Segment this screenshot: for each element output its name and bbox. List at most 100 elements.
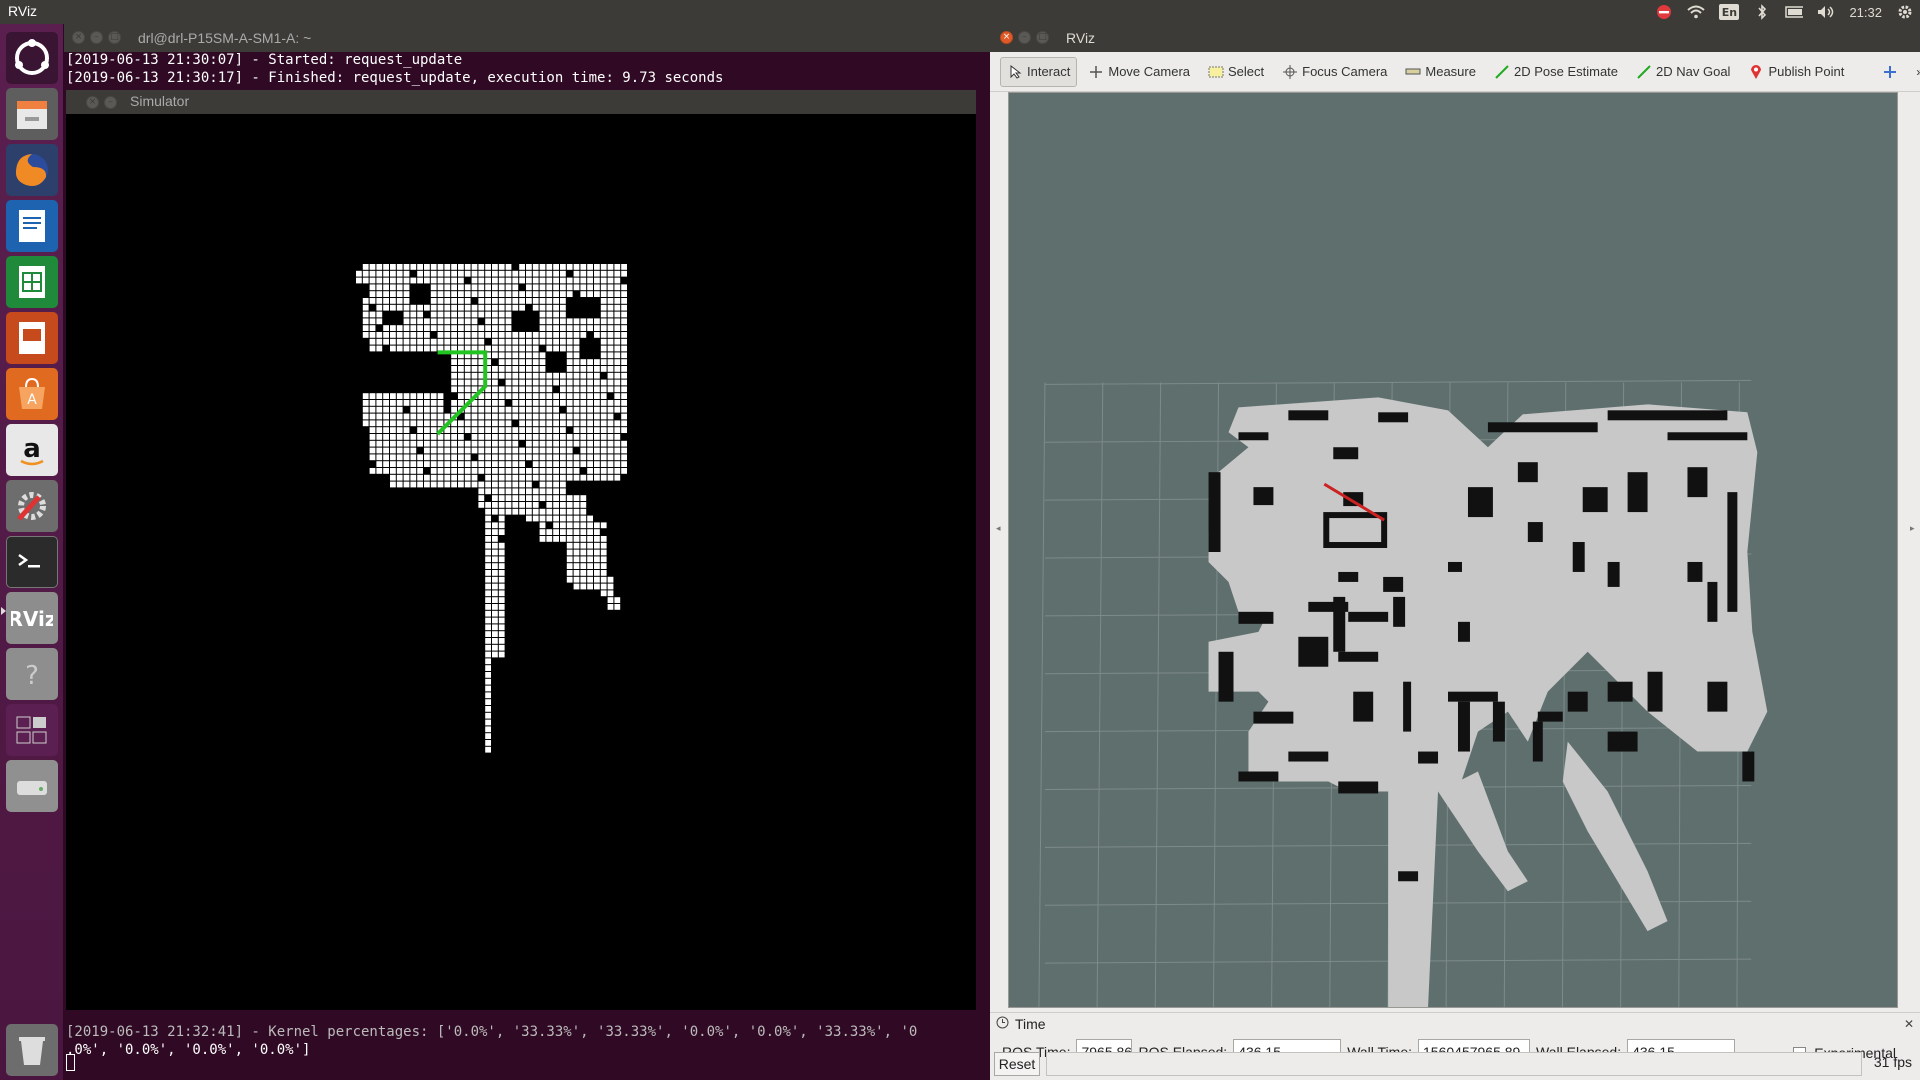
workspace-switcher-icon[interactable]	[6, 704, 58, 756]
sim-grid-cell	[580, 400, 587, 406]
wifi-icon[interactable]	[1687, 4, 1706, 20]
tool-2d-nav-goal[interactable]: 2D Nav Goal	[1629, 57, 1737, 87]
terminal-icon[interactable]	[6, 536, 58, 588]
sim-grid-cell	[417, 413, 423, 420]
sim-grid-cell	[560, 325, 566, 331]
sim-grid-cell	[512, 427, 519, 433]
sim-grid-cell	[492, 338, 498, 345]
sim-grid-cell	[587, 563, 593, 569]
sim-grid-cell	[573, 393, 580, 399]
sim-grid-cell	[471, 338, 478, 345]
sim-grid-cell	[607, 400, 614, 406]
sim-grid-cell	[424, 454, 430, 461]
minimize-icon[interactable]: –	[104, 96, 117, 109]
sim-grid-cell	[458, 454, 464, 461]
add-tool-button[interactable]	[1875, 57, 1905, 87]
sim-grid-cell	[594, 474, 600, 481]
sim-grid-cell	[492, 549, 498, 556]
impress-icon[interactable]	[6, 312, 58, 364]
simulator-titlebar[interactable]: × – Simulator	[66, 90, 976, 114]
sim-grid-cell	[580, 549, 587, 556]
gear-icon[interactable]	[1896, 4, 1914, 20]
close-icon[interactable]: ×	[1000, 31, 1013, 44]
sim-grid-cell	[478, 434, 485, 440]
tool-select[interactable]: Select	[1201, 57, 1271, 87]
rviz-window[interactable]: × – □ RViz Interact Move Camera Select F…	[990, 24, 1920, 1080]
sim-grid-cell	[519, 393, 525, 399]
sim-grid-cell	[498, 590, 505, 597]
sim-grid-cell	[471, 474, 478, 481]
sim-grid-cell	[505, 359, 512, 365]
trash-icon[interactable]	[6, 1024, 58, 1076]
sim-grid-cell	[566, 515, 573, 522]
software-center-icon[interactable]: A	[6, 368, 58, 420]
sim-grid-cell	[566, 325, 573, 331]
left-dock-toggle-icon[interactable]: ◂	[996, 524, 1004, 534]
close-icon[interactable]: ✕	[1904, 1017, 1914, 1031]
rviz-titlebar[interactable]: × – □ RViz	[990, 24, 1920, 52]
sim-grid-cell	[485, 746, 491, 753]
sim-grid-cell	[471, 311, 478, 318]
sim-grid-cell	[539, 529, 546, 535]
sim-grid-cell	[532, 277, 539, 284]
sim-grid-cell	[437, 447, 444, 454]
rviz-icon[interactable]: RViz	[6, 592, 58, 644]
writer-icon[interactable]	[6, 200, 58, 252]
tool-publish-point[interactable]: Publish Point	[1741, 57, 1851, 87]
obstacle-cell	[1238, 611, 1274, 624]
ubuntu-logo-icon[interactable]	[6, 32, 58, 84]
simulator-window[interactable]: × – Simulator	[66, 90, 976, 1010]
keyboard-lang-icon[interactable]: En	[1719, 4, 1740, 20]
bluetooth-icon[interactable]	[1753, 4, 1771, 20]
help-icon[interactable]: ?	[6, 648, 58, 700]
disk-icon[interactable]	[6, 760, 58, 812]
sim-grid-cell	[485, 563, 491, 569]
maximize-icon[interactable]: □	[1036, 31, 1049, 44]
sim-grid-cell	[471, 284, 478, 291]
sim-grid-cell	[498, 413, 505, 420]
minimize-icon[interactable]: –	[1018, 31, 1031, 44]
terminal-line: [2019-06-13 21:30:17] - Finished: reques…	[66, 70, 724, 86]
sim-grid-cell	[621, 447, 627, 454]
sim-grid-cell	[553, 304, 559, 311]
minimize-icon[interactable]: –	[90, 31, 103, 44]
sim-grid-cell	[580, 508, 587, 515]
close-icon[interactable]: ×	[72, 31, 85, 44]
system-settings-icon[interactable]	[6, 480, 58, 532]
reset-button[interactable]: Reset	[994, 1052, 1040, 1076]
sim-grid-cell	[607, 345, 614, 352]
obstacle-cell	[1298, 636, 1329, 667]
tool-interact[interactable]: Interact	[1000, 56, 1078, 87]
sim-grid-cell	[492, 576, 498, 583]
files-icon[interactable]	[6, 88, 58, 140]
sim-grid-cell	[594, 318, 600, 325]
sim-grid-cell	[437, 284, 444, 291]
sim-grid-cell	[505, 386, 512, 393]
tool-move-camera[interactable]: Move Camera	[1081, 57, 1197, 87]
battery-icon[interactable]	[1785, 4, 1804, 20]
firefox-icon[interactable]	[6, 144, 58, 196]
sim-grid-cell	[417, 468, 423, 474]
amazon-icon[interactable]: a	[6, 424, 58, 476]
sim-grid-cell	[594, 542, 600, 549]
terminal-titlebar[interactable]: × – □ drl@drl-P15SM-A-SM1-A: ~	[64, 24, 990, 52]
sim-grid-cell	[573, 556, 580, 563]
calc-icon[interactable]	[6, 256, 58, 308]
obstacle-cell	[1253, 711, 1294, 724]
sim-grid-cell	[383, 440, 389, 447]
right-dock-toggle-icon[interactable]: ▸	[1910, 524, 1918, 534]
no-entry-icon[interactable]	[1655, 4, 1673, 20]
occupancy-grid-map[interactable]	[1009, 93, 1897, 1007]
tool-measure[interactable]: Measure	[1398, 57, 1483, 87]
clock[interactable]: 21:32	[1849, 5, 1882, 20]
tool-focus-camera[interactable]: Focus Camera	[1275, 57, 1394, 87]
sim-grid-cell	[464, 338, 471, 345]
rviz-3d-view[interactable]	[1008, 92, 1898, 1008]
sim-grid-cell	[519, 345, 525, 352]
tool-2d-pose-estimate[interactable]: 2D Pose Estimate	[1487, 57, 1625, 87]
toolbar-overflow-button[interactable]: »	[1909, 57, 1920, 87]
close-icon[interactable]: ×	[86, 96, 99, 109]
simulator-grid-map[interactable]	[66, 114, 976, 1010]
maximize-icon[interactable]: □	[108, 31, 121, 44]
volume-icon[interactable]	[1817, 4, 1835, 20]
